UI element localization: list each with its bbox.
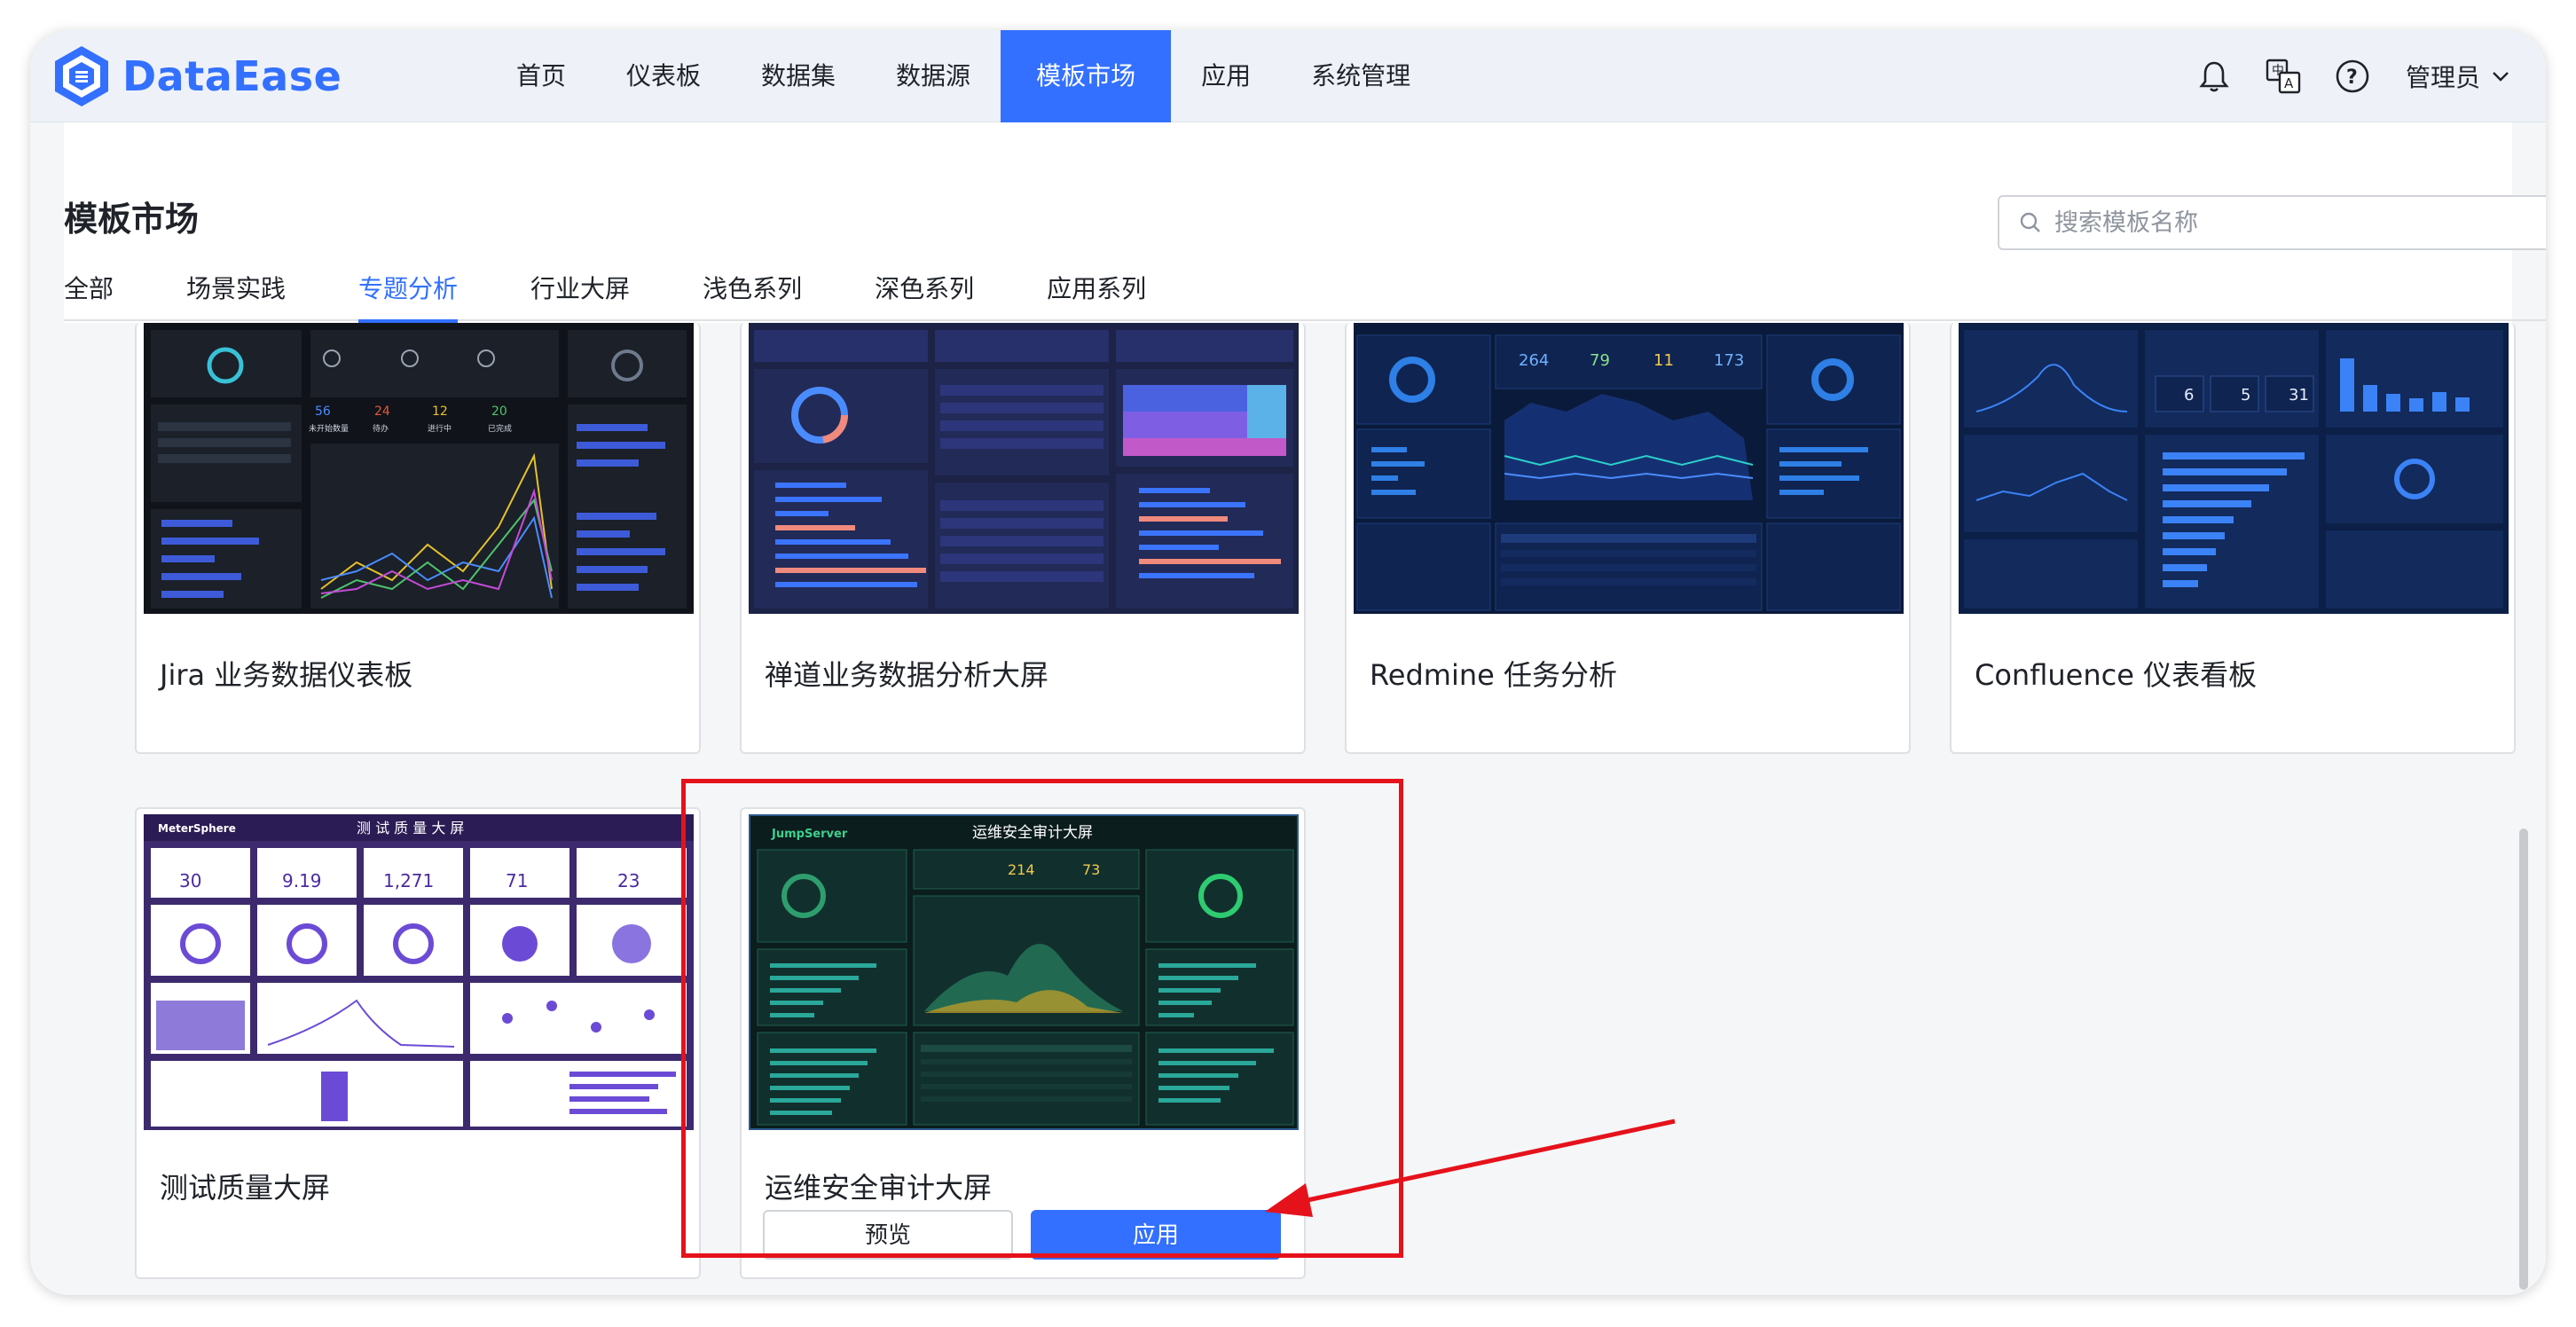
jira-stat-3: 12	[432, 404, 448, 419]
main-content: 模板市场 全部 场景实践 专题分析 行业大屏 浅色系列 深色系列 应用系列	[64, 122, 2546, 1295]
nav-item-apps[interactable]: 应用	[1171, 30, 1281, 122]
user-menu[interactable]: 管理员	[2406, 59, 2510, 94]
apply-button[interactable]: 应用	[1031, 1210, 1281, 1260]
tab-all[interactable]: 全部	[64, 268, 114, 321]
template-card-redmine[interactable]: 264 79 11 173 Redmine 任务分析	[1345, 323, 1911, 754]
tab-dark[interactable]: 深色系列	[875, 268, 974, 321]
preview-button[interactable]: 预览	[763, 1210, 1013, 1260]
ms-stat-5: 23	[617, 870, 640, 891]
nav-item-home[interactable]: 首页	[486, 30, 596, 122]
jumpserver-stat-2: 73	[1082, 861, 1100, 878]
header-actions: 中A ? 管理员	[2166, 30, 2510, 122]
jira-stat-1: 56	[315, 404, 331, 419]
template-thumbnail: MeterSphere 测 试 质 量 大 屏 30 9.19 1,271 71…	[144, 814, 694, 1130]
template-thumbnail: 6 5 31	[1959, 323, 2509, 614]
template-card-zentao[interactable]: 禅道业务数据分析大屏	[740, 323, 1306, 754]
nav-item-dataset[interactable]: 数据集	[731, 30, 866, 122]
search-box[interactable]	[1998, 195, 2546, 250]
top-navigation-bar: DataEase 首页 仪表板 数据集 数据源 模板市场 应用 系统管理 中A …	[30, 30, 2546, 122]
page-title: 模板市场	[64, 200, 200, 239]
svg-text:?: ?	[2346, 67, 2358, 89]
tab-industry[interactable]: 行业大屏	[530, 268, 630, 321]
confluence-stat-2: 5	[2241, 386, 2250, 404]
template-card-jira[interactable]: 56 24 12 20 未开始数量 待办 进行中 已完成 Jira 业务数据仪表…	[135, 323, 701, 754]
template-thumbnail	[749, 323, 1299, 614]
redmine-stat-3: 11	[1653, 351, 1674, 370]
nav-item-dashboard[interactable]: 仪表板	[596, 30, 731, 122]
tab-scenario[interactable]: 场景实践	[186, 268, 286, 321]
app-window: DataEase 首页 仪表板 数据集 数据源 模板市场 应用 系统管理 中A …	[30, 30, 2546, 1295]
dataease-logo-icon	[55, 46, 108, 106]
template-thumbnail: 264 79 11 173	[1354, 323, 1904, 614]
main-nav: 首页 仪表板 数据集 数据源 模板市场 应用 系统管理	[486, 30, 1441, 122]
bell-icon[interactable]	[2193, 55, 2235, 98]
redmine-stat-2: 79	[1590, 351, 1610, 370]
template-card-metersphere[interactable]: MeterSphere 测 试 质 量 大 屏 30 9.19 1,271 71…	[135, 807, 701, 1279]
template-thumbnail: 56 24 12 20 未开始数量 待办 进行中 已完成	[144, 323, 694, 614]
card-title: 测试质量大屏	[160, 1171, 331, 1205]
jira-stat-2-label: 待办	[373, 423, 389, 434]
redmine-stat-4: 173	[1714, 351, 1744, 370]
card-title: 禅道业务数据分析大屏	[765, 658, 1049, 692]
svg-text:中: 中	[2272, 64, 2284, 78]
nav-item-system-settings[interactable]: 系统管理	[1281, 30, 1441, 122]
user-name: 管理员	[2405, 63, 2480, 92]
metersphere-brand: MeterSphere	[158, 822, 236, 835]
jira-stat-3-label: 进行中	[428, 423, 452, 434]
template-grid: 56 24 12 20 未开始数量 待办 进行中 已完成 Jira 业务数据仪表…	[64, 323, 2539, 1295]
card-title: Jira 业务数据仪表板	[160, 658, 413, 692]
jumpserver-title: 运维安全审计大屏	[972, 824, 1093, 842]
template-thumbnail: JumpServer 运维安全审计大屏 214 73	[749, 814, 1299, 1130]
card-title: Redmine 任务分析	[1370, 658, 1618, 692]
jumpserver-stat-1: 214	[1008, 861, 1035, 878]
brand-name: DataEase	[122, 52, 342, 100]
category-tabs: 全部 场景实践 专题分析 行业大屏 浅色系列 深色系列 应用系列	[64, 268, 2546, 323]
jira-stat-2: 24	[374, 404, 390, 419]
nav-item-datasource[interactable]: 数据源	[866, 30, 1001, 122]
card-title: Confluence 仪表看板	[1975, 658, 2258, 692]
search-icon	[2020, 212, 2040, 232]
svg-text:A: A	[2284, 75, 2294, 91]
template-card-confluence[interactable]: 6 5 31 Confluence 仪表看板	[1950, 323, 2516, 754]
search-input[interactable]	[2054, 208, 2533, 237]
jira-stat-1-label: 未开始数量	[309, 423, 349, 434]
nav-item-template-market[interactable]: 模板市场	[1001, 30, 1172, 122]
card-title: 运维安全审计大屏	[765, 1171, 993, 1205]
tab-light[interactable]: 浅色系列	[703, 268, 802, 321]
ms-stat-3: 1,271	[383, 870, 434, 891]
redmine-stat-1: 264	[1519, 351, 1549, 370]
scrollbar[interactable]	[2519, 828, 2528, 1290]
ms-stat-2: 9.19	[282, 870, 322, 891]
jira-stat-4-label: 已完成	[488, 423, 512, 434]
template-card-jumpserver[interactable]: JumpServer 运维安全审计大屏 214 73 运维安全审计大屏 预览 应…	[740, 807, 1306, 1279]
metersphere-title: 测 试 质 量 大 屏	[357, 820, 464, 836]
tab-apps[interactable]: 应用系列	[1047, 268, 1146, 321]
logo[interactable]: DataEase	[48, 43, 342, 110]
jira-stat-4: 20	[491, 404, 507, 419]
help-icon[interactable]: ?	[2331, 55, 2374, 98]
confluence-stat-3: 31	[2289, 386, 2309, 404]
ms-stat-4: 71	[506, 870, 528, 891]
translate-icon[interactable]: 中A	[2262, 55, 2305, 98]
chevron-down-icon	[2493, 72, 2509, 82]
tab-topic-analysis[interactable]: 专题分析	[358, 268, 459, 323]
confluence-stat-1: 6	[2184, 386, 2194, 404]
jumpserver-brand: JumpServer	[771, 828, 848, 841]
ms-stat-1: 30	[179, 870, 201, 891]
